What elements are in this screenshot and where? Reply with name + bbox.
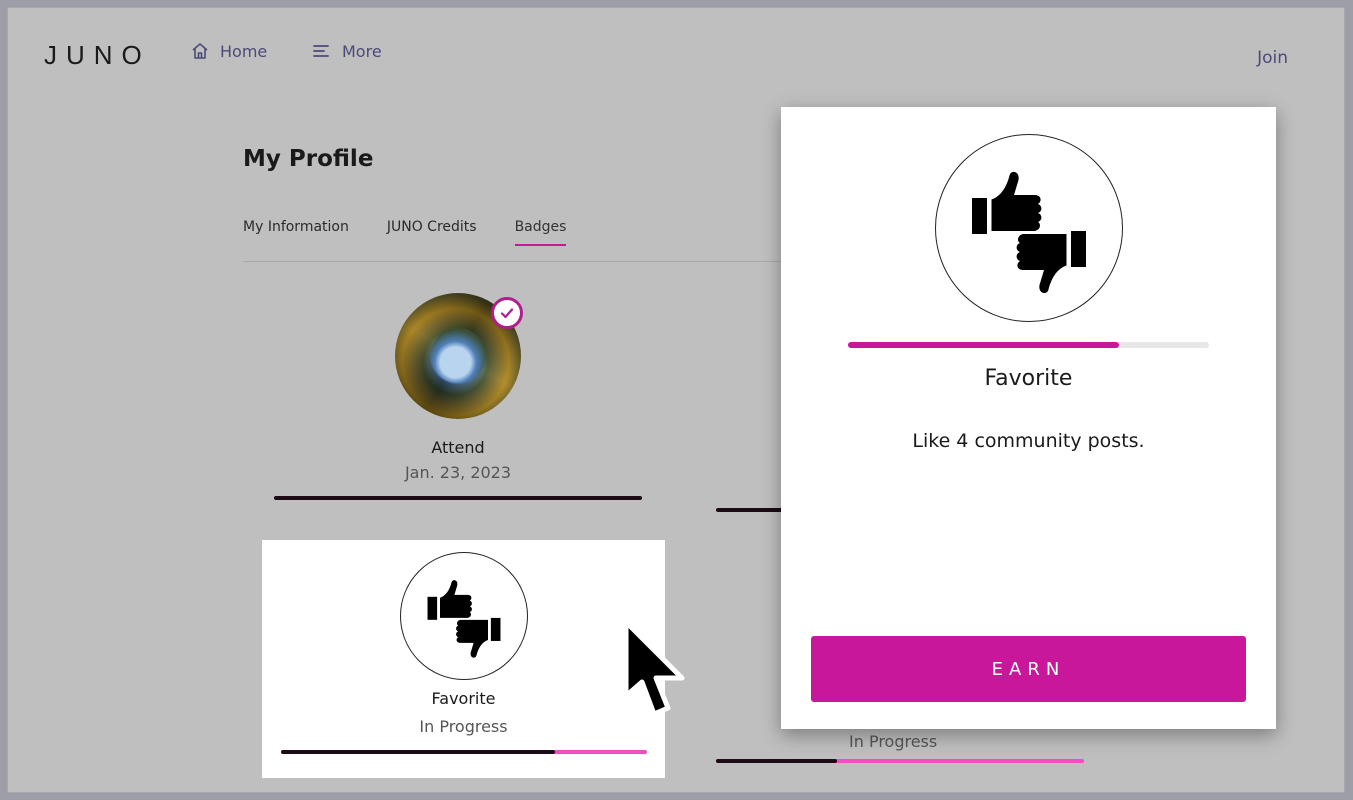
badge-name: Favorite (431, 689, 496, 708)
badge-favorite[interactable]: Favorite In Progress (262, 540, 665, 778)
badge-status: In Progress (419, 717, 508, 736)
tab-my-information[interactable]: My Information (243, 219, 349, 247)
badge-detail-modal: Favorite Like 4 community posts. EARN (781, 107, 1276, 729)
juno-logo[interactable]: JUNO (44, 40, 151, 71)
badge-progress-bar (274, 496, 642, 500)
attend-badge-image (395, 293, 523, 419)
badge-name: Attend (431, 438, 485, 457)
earn-button[interactable]: EARN (811, 636, 1246, 702)
badge-status: In Progress (849, 732, 938, 751)
home-icon (190, 41, 210, 61)
modal-description: Like 4 community posts. (912, 430, 1145, 452)
tabs-divider (243, 261, 803, 262)
badge-date: Jan. 23, 2023 (404, 463, 512, 482)
tab-juno-credits[interactable]: JUNO Credits (387, 219, 477, 247)
check-icon (491, 297, 523, 329)
page-title: My Profile (243, 146, 374, 172)
nav-more[interactable]: More (312, 41, 382, 61)
menu-icon (312, 41, 332, 61)
modal-title: Favorite (984, 366, 1073, 391)
thumbs-up-down-icon (399, 552, 528, 680)
join-link[interactable]: Join (1257, 48, 1288, 68)
thumbs-up-down-icon (935, 134, 1123, 322)
mouse-cursor-icon (620, 618, 692, 726)
badge-progress-fill (716, 759, 838, 763)
nav-home[interactable]: Home (190, 41, 267, 61)
app-frame: JUNO Home More Join My Profile My Inform… (7, 7, 1345, 793)
nav-more-label: More (342, 41, 382, 61)
badge-progress-bar (716, 759, 1084, 763)
badge-attend[interactable]: Attend Jan. 23, 2023 (273, 293, 643, 500)
profile-tabs: My Information JUNO Credits Badges (243, 219, 566, 247)
badge-progress-bar (716, 508, 786, 512)
modal-progress-fill (848, 342, 1119, 348)
modal-progress-bar (848, 342, 1209, 348)
tab-badges[interactable]: Badges (514, 219, 566, 247)
nav-home-label: Home (220, 41, 268, 61)
badge-progress-bar (280, 750, 647, 754)
badge-progress-fill (280, 750, 555, 754)
